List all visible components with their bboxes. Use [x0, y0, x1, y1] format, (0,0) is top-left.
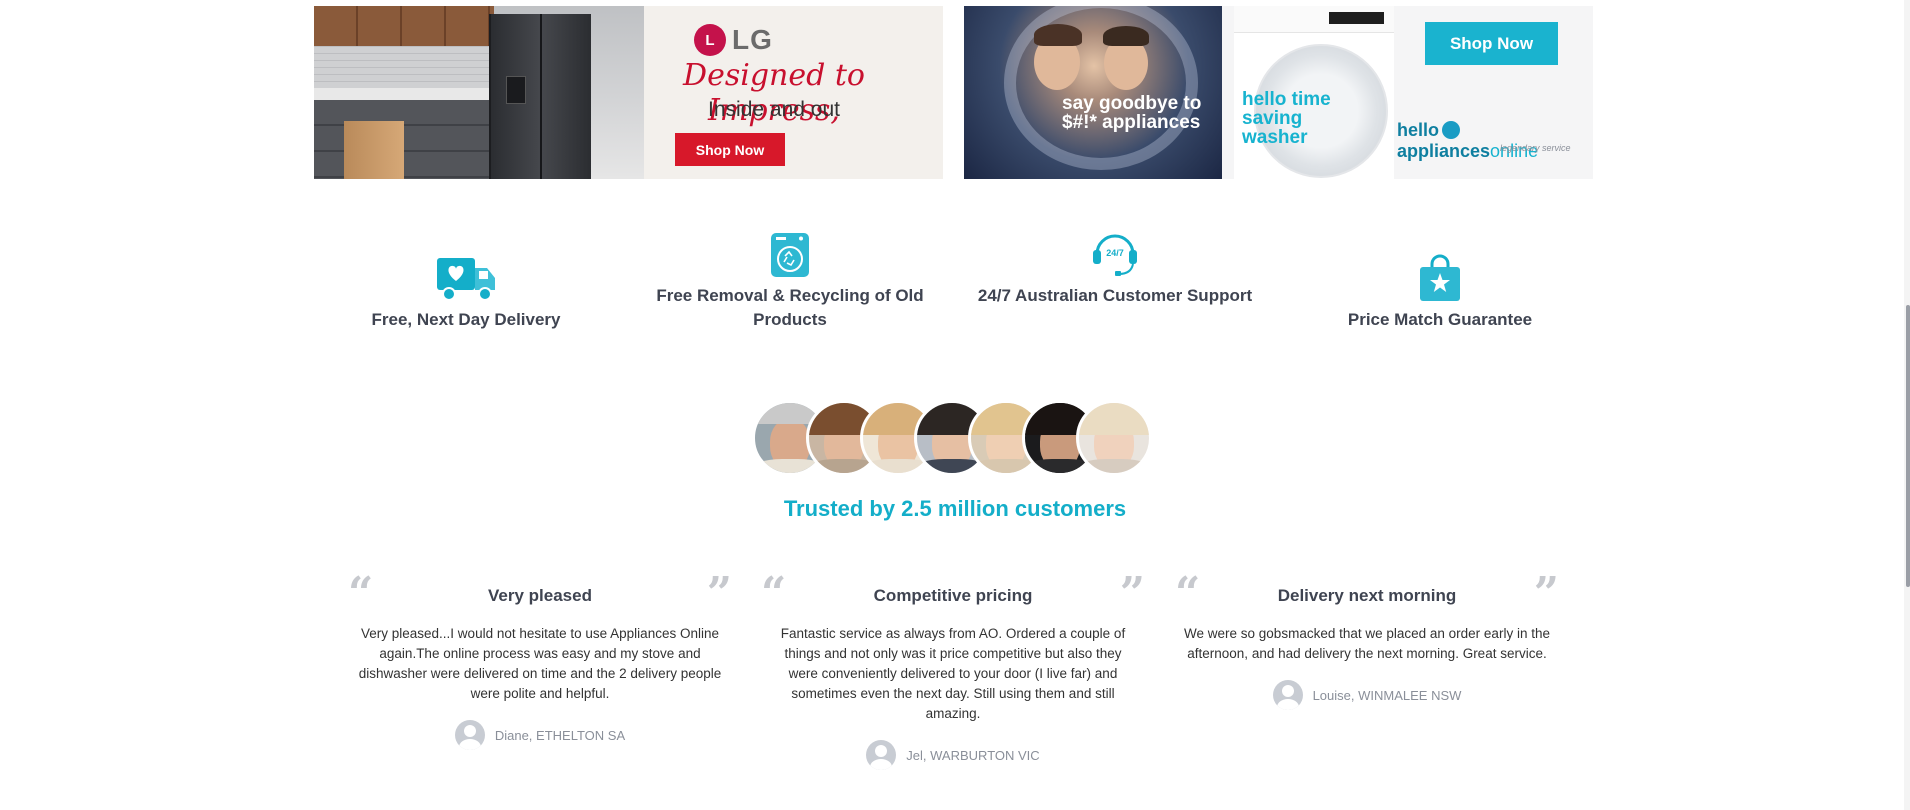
recycle-washer-icon	[650, 228, 930, 278]
scrollbar-thumb[interactable]	[1906, 305, 1910, 587]
review-card: “ ” Very pleased Very pleased...I would …	[348, 572, 732, 750]
headset-icon-text: 24/7	[1106, 248, 1124, 258]
close-quote-icon: ”	[1119, 568, 1145, 619]
lg-promo-banner[interactable]: L LG Designed to Impress, Inside and out…	[314, 6, 943, 179]
reviewer-name: Jel, WARBURTON VIC	[906, 747, 1040, 763]
user-avatar-icon	[454, 720, 485, 750]
feature-label: 24/7 Australian Customer Support	[977, 286, 1253, 305]
review-title: Competitive pricing	[873, 586, 1033, 605]
feature-label: Free Removal & Recycling of Old Products	[656, 286, 924, 329]
lg-subline: Inside and out	[708, 98, 840, 121]
close-quote-icon: ”	[706, 568, 732, 619]
avatar	[1076, 400, 1152, 476]
lg-logo-icon: L	[694, 24, 726, 56]
open-quote-icon: “	[348, 568, 374, 619]
reviewer: Diane, ETHELTON SA	[350, 720, 730, 750]
close-quote-icon: ”	[1533, 568, 1559, 619]
review-card: “ ” Competitive pricing Fantastic servic…	[761, 572, 1145, 770]
feature-label: Free, Next Day Delivery	[371, 310, 561, 329]
review-body: Very pleased...I would not hesitate to u…	[358, 626, 722, 701]
delivery-truck-icon	[326, 228, 606, 302]
lg-shop-now-button[interactable]: Shop Now	[675, 133, 785, 166]
user-avatar-icon	[866, 740, 897, 770]
headset-icon: 24/7	[975, 228, 1255, 278]
reviewer-name: Diane, ETHELTON SA	[494, 727, 626, 743]
ao-logo-icon	[1442, 121, 1461, 139]
page-scrollbar[interactable]	[1904, 0, 1910, 810]
shopping-bag-star-icon	[1300, 228, 1580, 302]
ao-shop-now-button[interactable]: Shop Now	[1425, 22, 1558, 65]
ao-logo-tagline: legendary service	[1500, 143, 1571, 153]
ao-promo-banner[interactable]: say goodbye to $#!* appliances hello tim…	[964, 6, 1593, 179]
review-body: We were so gobsmacked that we placed an …	[1184, 626, 1550, 661]
reviewer: Jel, WARBURTON VIC	[763, 740, 1143, 770]
reviewer-name: Louise, WINMALEE NSW	[1312, 687, 1462, 703]
ao-goodbye-text: say goodbye to $#!* appliances	[1062, 93, 1202, 133]
review-title: Delivery next morning	[1277, 586, 1457, 605]
user-avatar-icon	[1272, 680, 1303, 710]
open-quote-icon: “	[1175, 568, 1201, 619]
lg-brand-text: LG	[732, 24, 773, 55]
lg-logo: L LG	[694, 20, 774, 60]
feature-label: Price Match Guarantee	[1347, 310, 1533, 329]
feature-price-match: Price Match Guarantee	[1300, 228, 1580, 332]
open-quote-icon: “	[761, 568, 787, 619]
review-body: Fantastic service as always from AO. Ord…	[780, 626, 1126, 721]
feature-recycling: Free Removal & Recycling of Old Products	[650, 228, 930, 332]
trusted-headline: Trusted by 2.5 million customers	[783, 496, 1127, 521]
reviewer: Louise, WINMALEE NSW	[1177, 680, 1557, 710]
feature-support: 24/7 24/7 Australian Customer Support	[975, 228, 1255, 308]
kitchen-photo	[314, 6, 644, 179]
ao-logo-main: appliances	[1397, 141, 1491, 161]
ao-hello-washer-text: hello time saving washer	[1242, 89, 1331, 148]
ao-logo-prefix: hello	[1397, 120, 1440, 140]
feature-delivery: Free, Next Day Delivery	[326, 228, 606, 332]
review-card: “ ” Delivery next morning We were so gob…	[1175, 572, 1559, 710]
review-title: Very pleased	[488, 586, 592, 605]
